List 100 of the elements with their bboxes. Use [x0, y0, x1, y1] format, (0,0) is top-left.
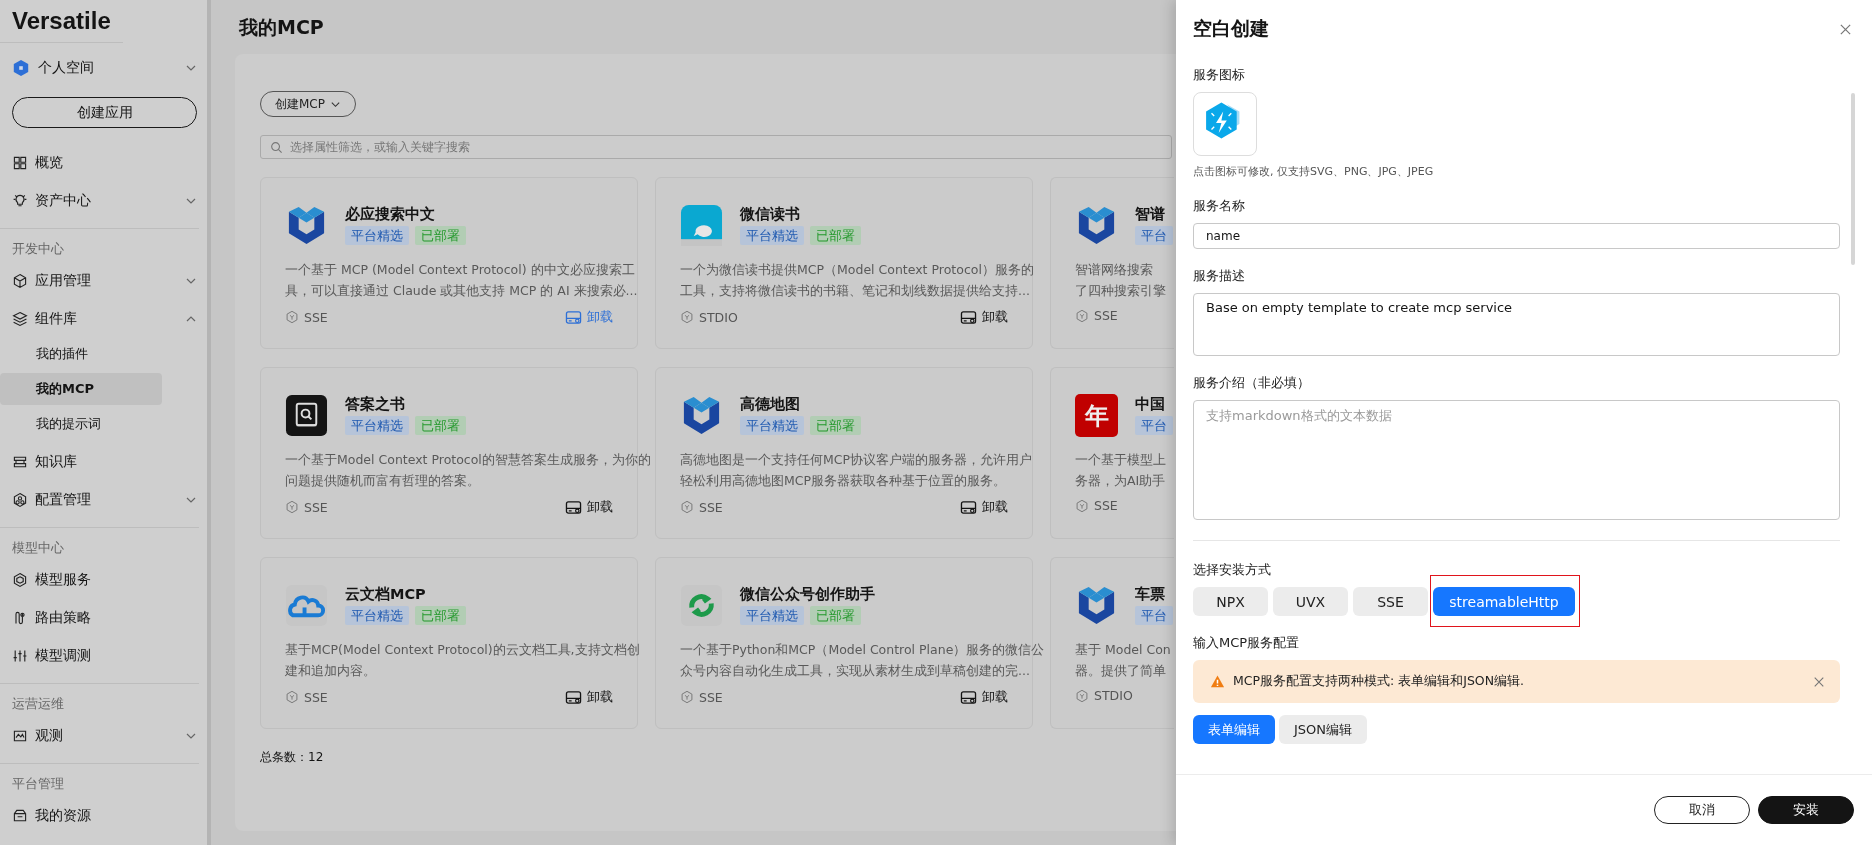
service-icon-picker[interactable] — [1193, 92, 1257, 156]
uninstall-button[interactable]: 卸载 — [565, 688, 613, 706]
card-description: 基于 Model Con 器。提供了简单 — [1075, 641, 1171, 680]
section-heading: 开发中心 — [12, 241, 65, 258]
nav-subitem[interactable]: 我的插件 — [0, 338, 162, 370]
cancel-button[interactable]: 取消 — [1654, 796, 1750, 824]
field-label: 服务图标 — [1193, 66, 1245, 84]
icon-hint: 点击图标可修改, 仅支持SVG、PNG、JPG、JPEG — [1193, 164, 1434, 179]
nav-item[interactable]: 概览 — [12, 144, 197, 182]
nav-item[interactable]: 资产中心 — [12, 182, 197, 220]
uninstall-button[interactable]: 卸载 — [565, 498, 613, 516]
uninstall-button[interactable]: 卸载 — [960, 308, 1008, 326]
tag: 已部署 — [415, 226, 466, 245]
description-field[interactable]: Base on empty template to create mcp service — [1193, 293, 1840, 356]
nav-item[interactable]: 我的资源 — [12, 797, 197, 835]
tag: 平台精选 — [345, 606, 409, 625]
mcp-card[interactable]: 必应搜索中文 平台精选 已部署 一个基于 MCP (Model Context Protocol) 的中文必应搜索工 具，可以直接通过 Claude 或其他支持 MCP 的 AI 来搜索必... SSE 卸载 — [260, 177, 638, 349]
hexagon-icon — [1075, 498, 1089, 513]
install-option[interactable]: streamableHttp — [1433, 587, 1575, 616]
logo-icon: 年 — [1075, 394, 1118, 437]
nav-icon — [12, 808, 28, 824]
hexagon-icon — [1075, 688, 1089, 703]
drive-icon — [565, 309, 582, 325]
drive-icon — [960, 309, 977, 325]
mcp-card[interactable]: 微信读书 平台精选 已部署 一个为微信读书提供MCP（Model Context Protocol）服务的 工具，支持将微信读书的书籍、笔记和划线数据提供给支持... STDIO 卸载 — [655, 177, 1033, 349]
nav-icon — [12, 572, 28, 588]
transport-label: SSE — [1094, 308, 1118, 323]
nav-icon — [12, 454, 28, 470]
page-title: 我的MCP — [239, 15, 324, 40]
nav-item[interactable]: 知识库 — [12, 443, 197, 481]
install-option[interactable]: NPX — [1193, 587, 1268, 616]
tag: 已部署 — [415, 416, 466, 435]
hexagon-icon — [680, 500, 694, 514]
uninstall-button[interactable]: 卸载 — [960, 498, 1008, 516]
nav-icon — [12, 193, 28, 209]
card-description: 智谱网络搜索 了四种搜索引擎 — [1075, 261, 1166, 300]
nav-icon — [12, 728, 28, 744]
transport-label: SSE — [699, 689, 723, 705]
field-label: 选择安装方式 — [1193, 561, 1271, 579]
uninstall-button[interactable]: 卸载 — [960, 688, 1008, 706]
hexagon-icon — [12, 59, 30, 77]
card-description: 基于MCP(Model Context Protocol)的云文档工具,支持文档创 建和追加内容。 — [285, 641, 640, 680]
transport-label: SSE — [304, 309, 328, 325]
transport-label: STDIO — [699, 309, 738, 325]
introduction-field[interactable]: 支持markdown格式的文本数据 — [1193, 400, 1840, 520]
card-description: 高德地图是一个支持任何MCP协议客户端的服务器，允许用户 轻松利用高德地图MCP服务器获取各种基于位置的服务。 — [680, 451, 1033, 490]
transport-label: SSE — [1094, 498, 1118, 513]
install-option[interactable]: UVX — [1273, 587, 1348, 616]
card-title: 必应搜索中文 — [345, 205, 435, 224]
tag: 已部署 — [810, 226, 861, 245]
nav-item[interactable]: 模型服务 — [12, 561, 197, 599]
nav-icon — [12, 492, 28, 508]
card-title: 高德地图 — [740, 395, 800, 414]
nav-item[interactable]: 配置管理 — [12, 481, 197, 519]
card-description: 一个基于Model Context Protocol的智慧答案生成服务，为你的 问题提供随机而富有哲理的答案。 — [285, 451, 651, 490]
nav-icon — [12, 155, 28, 171]
section-heading: 运营运维 — [12, 696, 65, 713]
card-title: 智谱 — [1135, 205, 1165, 224]
chat-bubble-icon — [680, 204, 723, 247]
mode-tab[interactable]: 表单编辑 — [1193, 715, 1275, 744]
mcp-card[interactable]: 智谱 平台 智谱网络搜索 了四种搜索引擎 SSE — [1050, 177, 1174, 349]
mcp-card[interactable]: 云文档MCP 平台精选 已部署 基于MCP(Model Context Protocol)的云文档工具,支持文档创 建和追加内容。 SSE 卸载 — [260, 557, 638, 729]
field-label: 服务介绍（非必填） — [1193, 374, 1310, 392]
nav-icon — [12, 648, 28, 664]
alert-text: MCP服务配置支持两种模式: 表单编辑和JSON编辑. — [1233, 673, 1525, 690]
transport-label: SSE — [699, 499, 723, 515]
tag: 已部署 — [810, 606, 861, 625]
install-button[interactable]: 安装 — [1758, 796, 1854, 824]
tag: 已部署 — [415, 606, 466, 625]
name-field[interactable]: name — [1193, 223, 1840, 249]
hexagon-icon — [285, 690, 299, 704]
card-title: 中国 — [1135, 395, 1165, 414]
mode-tab[interactable]: JSON编辑 — [1279, 715, 1368, 744]
close-icon[interactable] — [1839, 22, 1852, 36]
hexagon-icon — [285, 310, 299, 324]
nav-item[interactable]: 模型调测 — [12, 637, 197, 675]
tag: 平台精选 — [345, 226, 409, 245]
install-option[interactable]: SSE — [1353, 587, 1428, 616]
nav-subitem[interactable]: 我的提示词 — [0, 408, 162, 440]
mcp-card[interactable]: 年 中国 平台 一个基于模型上 务器，为AI助手 SSE — [1050, 367, 1174, 539]
tag: 平台 — [1135, 416, 1173, 435]
close-icon[interactable] — [1813, 675, 1825, 688]
mcp-card[interactable]: 车票 平台 基于 Model Con 器。提供了简单 STDIO — [1050, 557, 1174, 729]
nav-icon — [12, 610, 28, 626]
tag: 平台 — [1135, 606, 1173, 625]
tag: 平台精选 — [740, 226, 804, 245]
mcp-card[interactable]: 高德地图 平台精选 已部署 高德地图是一个支持任何MCP协议客户端的服务器，允许用户 轻松利用高德地图MCP服务器获取各种基于位置的服务。 SSE 卸载 — [655, 367, 1033, 539]
drive-icon — [565, 689, 582, 705]
nav-item[interactable]: 应用管理 — [12, 262, 197, 300]
hexagon-icon — [680, 690, 694, 704]
workspace-selector[interactable]: 个人空间 — [12, 55, 197, 81]
nav-item[interactable]: 观测 — [12, 717, 197, 755]
total-count: 总条数：12 — [260, 749, 324, 766]
nav-item[interactable]: 组件库 — [12, 300, 197, 338]
card-description: 一个基于Python和MCP（Model Control Plane）服务的微信公 众号内容自动化生成工具，实现从素材生成到草稿创建的完... — [680, 641, 1045, 680]
transport-label: SSE — [304, 689, 328, 705]
nav-item[interactable]: 路由策略 — [12, 599, 197, 637]
app-logo: Versatile — [0, 0, 123, 43]
search-field[interactable]: 选择属性筛选，或输入关键字搜索 — [260, 135, 1172, 159]
nav-subitem[interactable]: 我的MCP — [0, 373, 162, 405]
